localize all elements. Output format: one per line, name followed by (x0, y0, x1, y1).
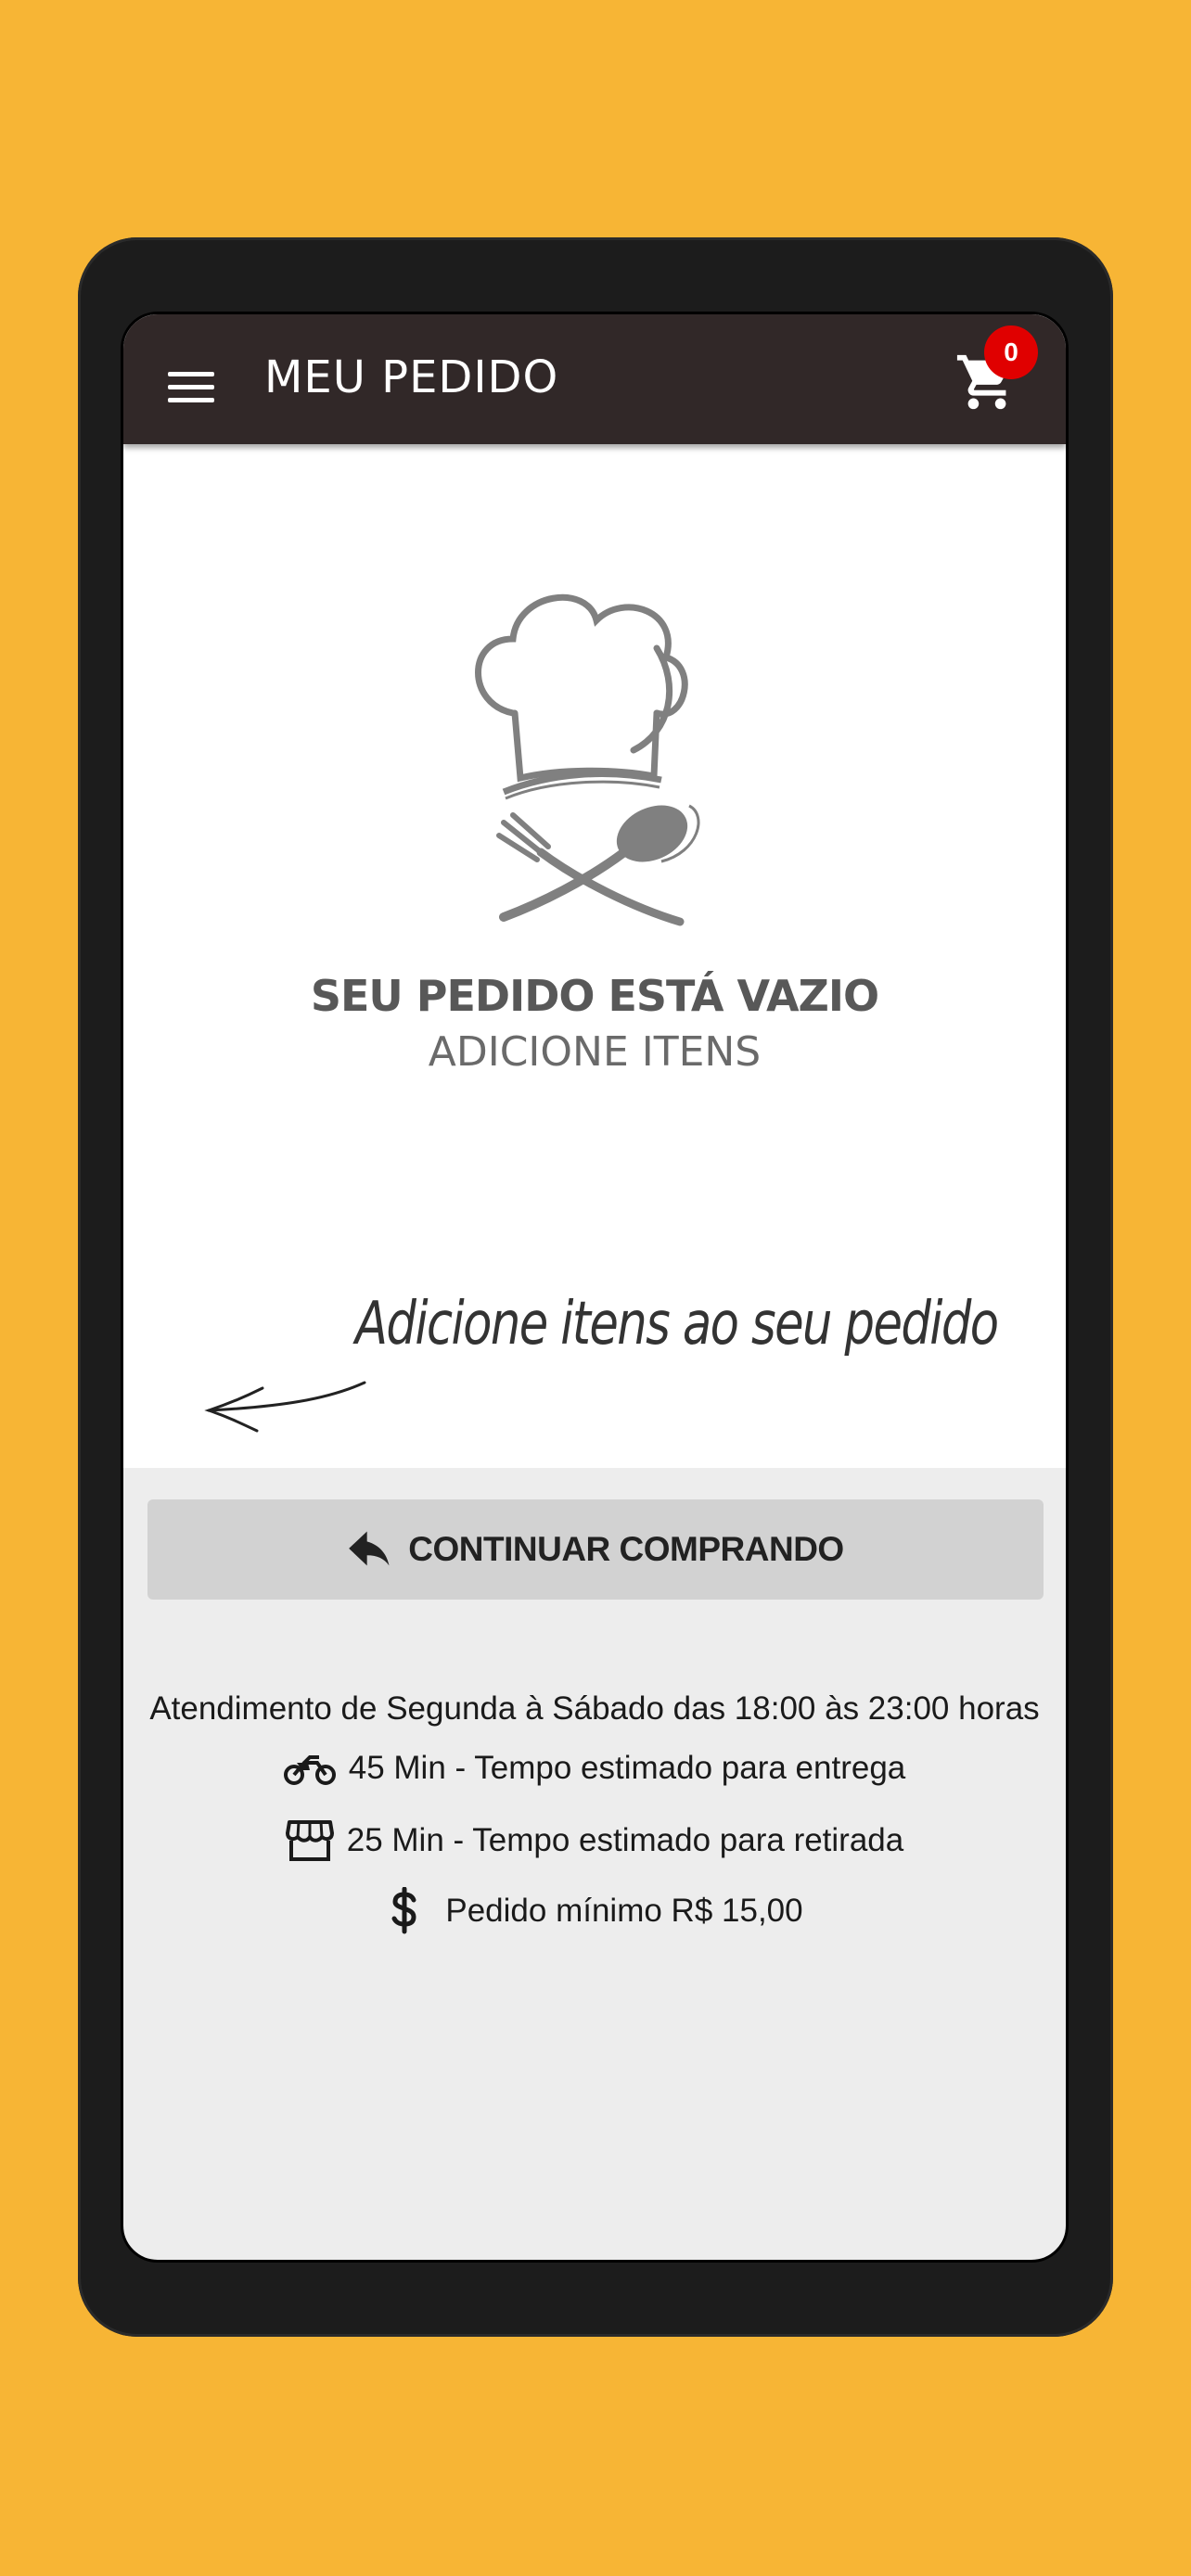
empty-cart-title: SEU PEDIDO ESTÁ VAZIO (310, 971, 879, 1021)
motorcycle-icon (283, 1755, 336, 1785)
chef-hat-cutlery-icon (475, 593, 700, 926)
menu-icon[interactable] (168, 372, 214, 403)
add-items-hint: Adicione itens ao seu pedido (355, 1290, 999, 1358)
delivery-time-row: 45 Min - Tempo estimado para entrega (123, 1750, 1066, 1787)
continue-shopping-label: CONTINUAR COMPRANDO (408, 1530, 844, 1568)
pickup-time-row: 25 Min - Tempo estimado para retirada (123, 1818, 1066, 1863)
pickup-time-text: 25 Min - Tempo estimado para retirada (346, 1822, 904, 1858)
minimum-order-text: Pedido mínimo R$ 15,00 (445, 1893, 803, 1929)
continue-shopping-button[interactable]: CONTINUAR COMPRANDO (147, 1499, 1044, 1600)
opening-hours: Atendimento de Segunda à Sábado das 18:0… (149, 1690, 1040, 1727)
page-title: MEU PEDIDO (264, 351, 559, 403)
cart-count-badge: 0 (984, 325, 1038, 379)
empty-cart-subtitle: ADICIONE ITENS (428, 1028, 762, 1076)
dollar-icon (391, 1887, 416, 1934)
app-screen: MEU PEDIDO 0 SEU PEDIDO ESTÁ VAZIO ADICI… (121, 312, 1069, 2263)
app-bar: MEU PEDIDO 0 (123, 314, 1066, 444)
store-icon (285, 1820, 334, 1861)
minimum-order-row: Pedido mínimo R$ 15,00 (123, 1887, 1066, 1935)
arrow-left-icon (204, 1381, 366, 1433)
reply-icon (349, 1531, 390, 1566)
empty-cart-panel: SEU PEDIDO ESTÁ VAZIO ADICIONE ITENS Adi… (123, 444, 1066, 1468)
delivery-time-text: 45 Min - Tempo estimado para entrega (348, 1750, 906, 1786)
